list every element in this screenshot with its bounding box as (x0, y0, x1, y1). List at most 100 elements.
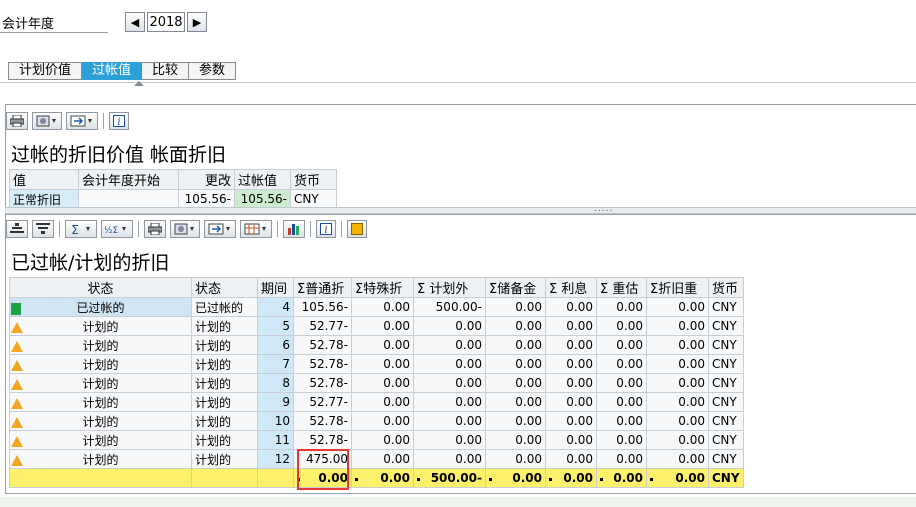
cell-status[interactable]: 计划的 (9, 335, 192, 355)
column-header-currency[interactable]: 货币 (708, 277, 744, 298)
cell-reserve[interactable]: 0.00 (485, 335, 546, 355)
cell-currency[interactable]: CNY (708, 373, 744, 393)
table-row[interactable]: 计划的 计划的 8 52.78- 0.00 0.00 0.00 0.00 0.00 0.00 CNY (9, 373, 744, 393)
column-header-ordinary[interactable]: Σ普通折 (293, 277, 352, 298)
cell-dep-revaluation[interactable]: 0.00 (646, 297, 709, 317)
cell-dep-revaluation[interactable]: 0.00 (646, 430, 709, 450)
export-menu-button[interactable] (32, 112, 62, 130)
total-dep-revaluation[interactable]: 0.00 (646, 468, 709, 488)
cell-period[interactable]: 12 (257, 449, 294, 469)
info-button[interactable]: i (109, 112, 129, 130)
cell-ordinary[interactable]: 52.78- (293, 430, 352, 450)
column-header-value[interactable]: 值 (9, 169, 79, 190)
next-year-button[interactable]: ▶ (187, 12, 207, 32)
table-row[interactable]: 已过帐的 已过帐的 4 105.56- 0.00 500.00- 0.00 0.00 0.00 0… (9, 297, 744, 317)
export-menu-button[interactable] (170, 220, 200, 238)
cell-interest[interactable]: 0.00 (545, 297, 597, 317)
print-button[interactable] (6, 112, 28, 130)
cell-dep-revaluation[interactable]: 0.00 (646, 411, 709, 431)
column-header-status-icon[interactable]: 状态 (9, 277, 192, 298)
cell-interest[interactable]: 0.00 (545, 430, 597, 450)
cell-revaluation[interactable]: 0.00 (596, 354, 647, 374)
tab-parameters[interactable]: 参数 (189, 62, 237, 80)
total-unplanned[interactable]: 500.00- (413, 468, 486, 488)
cell-status-text[interactable]: 计划的 (191, 335, 258, 355)
cell-status-text[interactable]: 计划的 (191, 392, 258, 412)
cell-ordinary[interactable]: 52.77- (293, 316, 352, 336)
sort-descending-button[interactable] (32, 220, 54, 238)
cell-ordinary[interactable]: 52.77- (293, 392, 352, 412)
cell-special[interactable]: 0.00 (351, 449, 414, 469)
cell-reserve[interactable]: 0.00 (485, 373, 546, 393)
sum-button[interactable]: Σ (65, 220, 97, 238)
cell-period[interactable]: 9 (257, 392, 294, 412)
cell-status-text[interactable]: 计划的 (191, 449, 258, 469)
cell-special[interactable]: 0.00 (351, 411, 414, 431)
cell-posted-value[interactable]: 105.56- (234, 189, 291, 209)
cell-currency[interactable]: CNY (708, 335, 744, 355)
cell-ordinary[interactable]: 52.78- (293, 354, 352, 374)
cell-currency[interactable]: CNY (708, 449, 744, 469)
cell-period[interactable]: 5 (257, 316, 294, 336)
cell-ordinary[interactable]: 52.78- (293, 373, 352, 393)
cell-period[interactable]: 7 (257, 354, 294, 374)
cell-currency[interactable]: CNY (708, 392, 744, 412)
cell-special[interactable]: 0.00 (351, 430, 414, 450)
column-header-revaluation[interactable]: Σ 重估 (596, 277, 647, 298)
column-header-reserve[interactable]: Σ储备金 (485, 277, 546, 298)
cell-unplanned[interactable]: 0.00 (413, 373, 486, 393)
cell-ordinary[interactable]: 105.56- (293, 297, 352, 317)
cell-period[interactable]: 10 (257, 411, 294, 431)
cell-status[interactable]: 已过帐的 (9, 297, 192, 317)
cell-interest[interactable]: 0.00 (545, 449, 597, 469)
cell-interest[interactable]: 0.00 (545, 335, 597, 355)
cell-interest[interactable]: 0.00 (545, 392, 597, 412)
cell-ordinary[interactable]: 52.78- (293, 411, 352, 431)
column-header-special[interactable]: Σ特殊折 (351, 277, 414, 298)
cell-revaluation[interactable]: 0.00 (596, 373, 647, 393)
cell-status[interactable]: 计划的 (9, 430, 192, 450)
total-special[interactable]: 0.00 (351, 468, 414, 488)
cell-status-text[interactable]: 已过帐的 (191, 297, 258, 317)
cell-unplanned[interactable]: 0.00 (413, 411, 486, 431)
cell-fy-start[interactable] (78, 189, 179, 209)
cell-revaluation[interactable]: 0.00 (596, 430, 647, 450)
total-ordinary[interactable]: 0.00 (293, 468, 352, 488)
total-currency[interactable]: CNY (708, 468, 744, 488)
cell-currency[interactable]: CNY (708, 430, 744, 450)
previous-year-button[interactable]: ◀ (125, 12, 145, 32)
cell-period[interactable]: 11 (257, 430, 294, 450)
cell-status-text[interactable]: 计划的 (191, 411, 258, 431)
cell-reserve[interactable]: 0.00 (485, 316, 546, 336)
cell-unplanned[interactable]: 0.00 (413, 430, 486, 450)
cell-interest[interactable]: 0.00 (545, 373, 597, 393)
cell-status-text[interactable]: 计划的 (191, 354, 258, 374)
column-header-posted-value[interactable]: 过帐值 (234, 169, 291, 190)
column-header-dep-revaluation[interactable]: Σ折旧重 (646, 277, 709, 298)
cell-special[interactable]: 0.00 (351, 373, 414, 393)
cell-reserve[interactable]: 0.00 (485, 297, 546, 317)
cell-special[interactable]: 0.00 (351, 392, 414, 412)
cell-currency[interactable]: CNY (708, 316, 744, 336)
chart-button[interactable] (283, 220, 305, 238)
cell-interest[interactable]: 0.00 (545, 316, 597, 336)
cell-ordinary[interactable]: 475.00 (293, 449, 352, 469)
cell-dep-revaluation[interactable]: 0.00 (646, 316, 709, 336)
cell-status-text[interactable]: 计划的 (191, 316, 258, 336)
cell-status-text[interactable]: 计划的 (191, 430, 258, 450)
sort-ascending-button[interactable] (6, 220, 28, 238)
cell-revaluation[interactable]: 0.00 (596, 449, 647, 469)
cell-unplanned[interactable]: 0.00 (413, 335, 486, 355)
cell-interest[interactable]: 0.00 (545, 354, 597, 374)
table-row[interactable]: 计划的 计划的 11 52.78- 0.00 0.00 0.00 0.00 0.00 0.00 CN… (9, 430, 744, 450)
table-row[interactable]: 计划的 计划的 5 52.77- 0.00 0.00 0.00 0.00 0.00 0.00 CNY (9, 316, 744, 336)
table-row[interactable]: 正常折旧 105.56- 105.56- CNY (9, 189, 337, 209)
cell-special[interactable]: 0.00 (351, 297, 414, 317)
cell-dep-revaluation[interactable]: 0.00 (646, 449, 709, 469)
cell-period[interactable]: 6 (257, 335, 294, 355)
layout-menu-button[interactable] (204, 220, 236, 238)
column-header-unplanned[interactable]: Σ 计划外 (413, 277, 486, 298)
table-row[interactable]: 计划的 计划的 7 52.78- 0.00 0.00 0.00 0.00 0.00 0.00 CNY (9, 354, 744, 374)
cell-revaluation[interactable]: 0.00 (596, 335, 647, 355)
cell-status-text[interactable]: 计划的 (191, 373, 258, 393)
